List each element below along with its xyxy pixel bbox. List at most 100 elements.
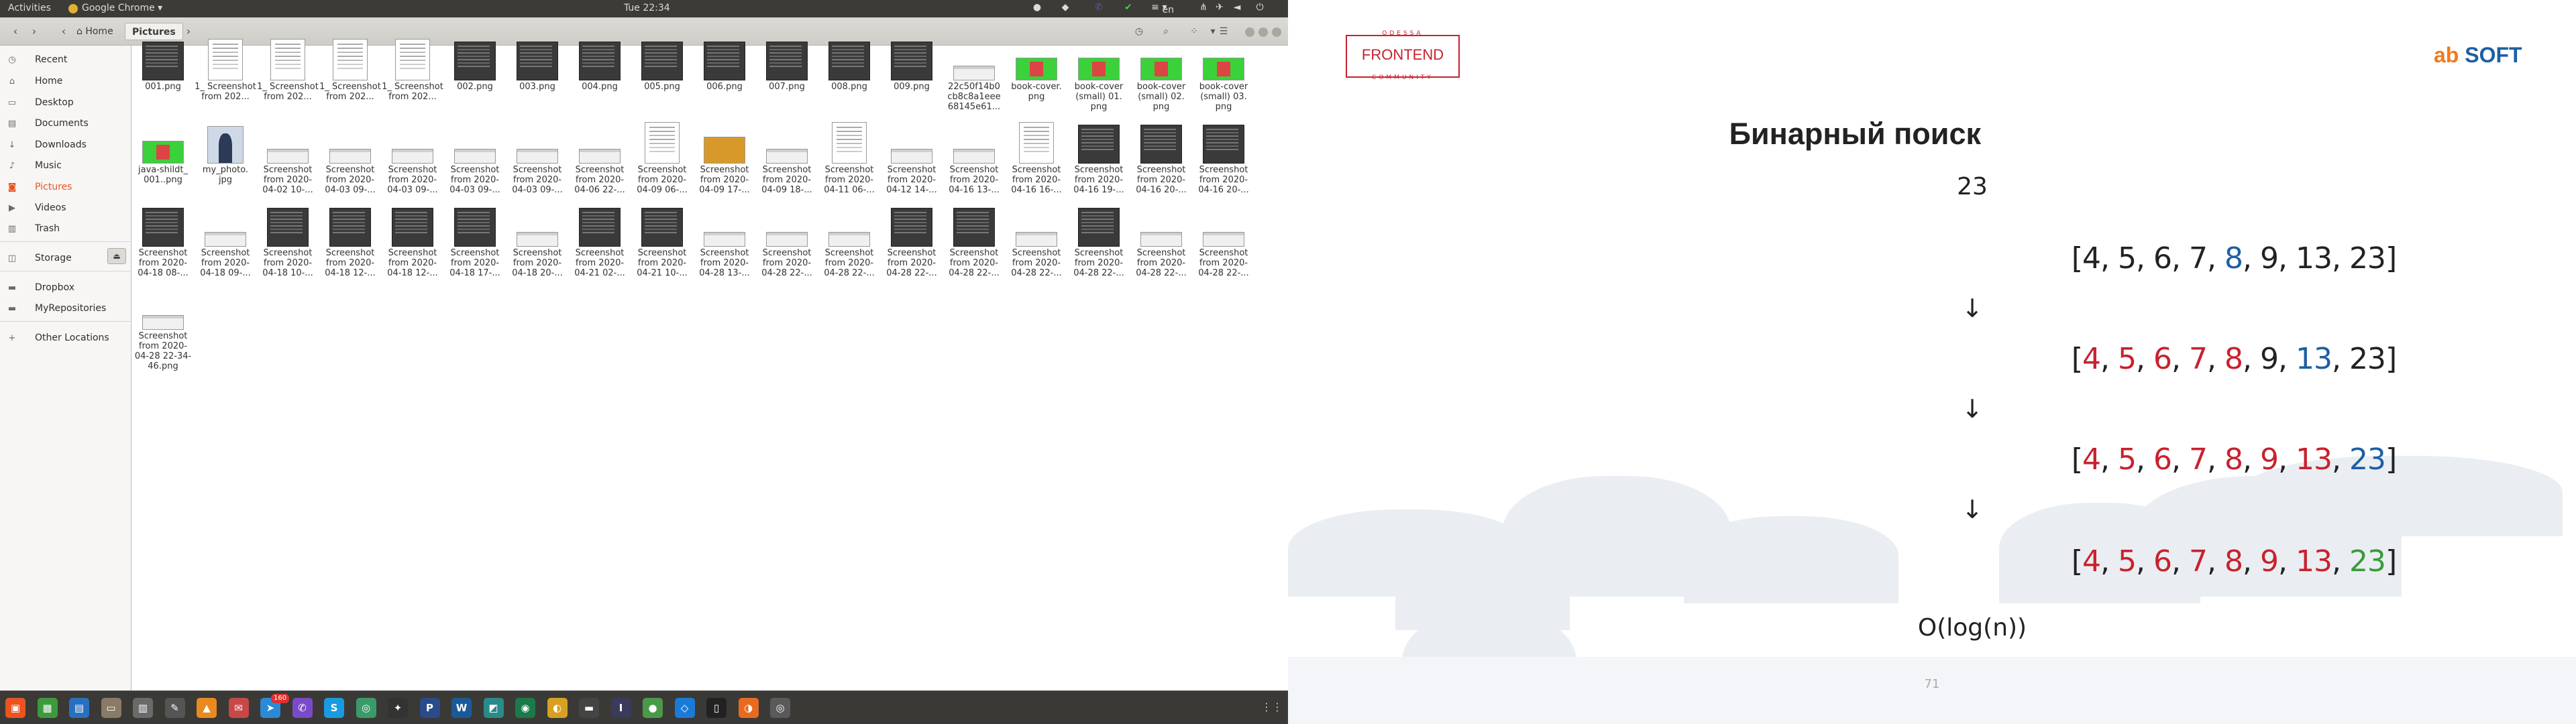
dropbox-tray-icon[interactable]: ◆ xyxy=(1059,2,1072,15)
network-icon[interactable]: ⋔ xyxy=(1197,2,1210,15)
vlc-icon[interactable]: ▲ xyxy=(197,698,217,718)
console-icon[interactable]: ▯ xyxy=(706,698,727,718)
skype-tray-icon[interactable]: ● xyxy=(1030,2,1044,15)
file-item[interactable]: 1_ Screenshot from 202... xyxy=(319,39,381,133)
file-item[interactable]: book-cover (small) 02. png xyxy=(1130,50,1192,133)
airplane-icon[interactable]: ✈ xyxy=(1213,2,1226,15)
clock[interactable]: Tue 22:34 xyxy=(624,3,670,13)
file-item[interactable]: Screenshot from 2020-04-02 10-... xyxy=(257,133,319,216)
file-item[interactable]: Screenshot from 2020-04-18 08-... xyxy=(132,208,194,299)
minimize-button[interactable] xyxy=(1245,27,1254,37)
file-item[interactable]: Screenshot from 2020-04-18 12-... xyxy=(319,208,381,299)
file-item[interactable]: Screenshot from 2020-04-28 22-34-46.png xyxy=(132,299,194,382)
chrome-active-icon[interactable]: ◎ xyxy=(770,698,790,718)
file-item[interactable]: Screenshot from 2020-04-03 09-... xyxy=(506,133,568,216)
file-item[interactable]: book-cover (small) 01. png xyxy=(1068,50,1130,133)
file-item[interactable]: Screenshot from 2020-04-18 09-... xyxy=(195,216,256,299)
android-icon[interactable]: ● xyxy=(643,698,663,718)
file-item[interactable]: Screenshot from 2020-04-28 22-... xyxy=(1068,208,1130,299)
language-indicator[interactable]: en ▾ xyxy=(1155,2,1174,15)
breadcrumb-pictures[interactable]: Pictures xyxy=(125,23,183,40)
file-item[interactable]: Screenshot from 2020-04-11 06-... xyxy=(818,122,880,216)
file-item[interactable]: 22c50f14b0 cb8c8a1eee 68145e61... xyxy=(943,50,1005,133)
menu-icon[interactable]: ☰ xyxy=(1216,23,1232,40)
file-item[interactable]: Screenshot from 2020-04-28 22-... xyxy=(1130,216,1192,299)
file-item[interactable]: Screenshot from 2020-04-09 17-... xyxy=(694,133,755,216)
file-item[interactable]: Screenshot from 2020-04-28 13-... xyxy=(694,216,755,299)
idea-icon[interactable]: ◐ xyxy=(547,698,568,718)
file-item[interactable]: Screenshot from 2020-04-09 06-... xyxy=(631,122,693,216)
file-manager-icon[interactable]: ▭ xyxy=(101,698,121,718)
view-options-icon[interactable]: ⁘ xyxy=(1186,23,1202,40)
terminal-icon[interactable]: ▬ xyxy=(579,698,599,718)
file-item[interactable]: Screenshot from 2020-04-06 22-... xyxy=(569,133,631,216)
file-item[interactable]: Screenshot from 2020-04-03 09-... xyxy=(382,133,443,216)
sidebar-item-myrepositories[interactable]: ▬ MyRepositories xyxy=(0,300,131,318)
file-item[interactable]: 1_ Screenshot from 202... xyxy=(257,39,319,133)
power-icon[interactable]: ⏻ xyxy=(1253,2,1267,15)
file-item[interactable]: Screenshot from 2020-04-28 22-... xyxy=(1193,216,1254,299)
maximize-button[interactable] xyxy=(1258,27,1268,37)
viber-icon[interactable]: ✆ xyxy=(292,698,313,718)
file-item[interactable]: Screenshot from 2020-04-16 20-... xyxy=(1193,125,1254,216)
file-item[interactable]: Screenshot from 2020-04-28 22-... xyxy=(881,208,943,299)
sidebar-item-documents[interactable]: ▤ Documents xyxy=(0,115,131,133)
file-item[interactable]: book-cover. png xyxy=(1006,50,1067,133)
breadcrumb-left-button[interactable]: ‹ xyxy=(56,23,71,40)
file-item[interactable]: 002.png xyxy=(444,42,506,133)
files-orange-icon[interactable]: ▣ xyxy=(5,698,25,718)
image-viewer-icon[interactable]: ◩ xyxy=(483,698,504,718)
intellij-icon[interactable]: I xyxy=(610,698,631,718)
check-tray-icon[interactable]: ✔ xyxy=(1122,2,1135,15)
sidebar-item-dropbox[interactable]: ▬ Dropbox xyxy=(0,279,131,298)
file-item[interactable]: Screenshot from 2020-04-18 17-... xyxy=(444,208,506,299)
file-item[interactable]: Screenshot from 2020-04-28 22-... xyxy=(1006,216,1067,299)
history-icon[interactable]: ◷ xyxy=(1131,23,1147,40)
back-button[interactable]: ‹ xyxy=(8,23,23,40)
file-item[interactable]: Screenshot from 2020-04-21 02-... xyxy=(569,208,631,299)
sidebar-item-pictures[interactable]: ◙ Pictures xyxy=(0,178,131,197)
skype-icon[interactable]: S xyxy=(324,698,344,718)
file-item[interactable]: 007.png xyxy=(756,42,818,133)
sidebar-item-recent[interactable]: ◷ Recent xyxy=(0,51,131,70)
file-item[interactable]: Screenshot from 2020-04-28 22-... xyxy=(756,216,818,299)
activities-button[interactable]: Activities xyxy=(8,3,51,13)
file-item[interactable]: Screenshot from 2020-04-16 13-... xyxy=(943,133,1005,216)
breadcrumb-home[interactable]: ⌂ Home xyxy=(70,23,120,40)
sidebar-item-home[interactable]: ⌂ Home xyxy=(0,72,131,91)
file-item[interactable]: 004.png xyxy=(569,42,631,133)
file-item[interactable]: Screenshot from 2020-04-16 16-... xyxy=(1006,122,1067,216)
file-item[interactable]: my_photo. jpg xyxy=(195,126,256,216)
show-applications-icon[interactable]: ⋮⋮ xyxy=(1261,701,1283,715)
pycharm-icon[interactable]: P xyxy=(419,698,440,718)
file-item[interactable]: Screenshot from 2020-04-21 10-... xyxy=(631,208,693,299)
file-item[interactable]: 003.png xyxy=(506,42,568,133)
inkscape-icon[interactable]: ✦ xyxy=(388,698,408,718)
viber-tray-icon[interactable]: ✆ xyxy=(1092,2,1106,15)
file-item[interactable]: 008.png xyxy=(818,42,880,133)
mail-icon[interactable]: ✉ xyxy=(228,698,249,718)
file-item[interactable]: Screenshot from 2020-04-18 20-... xyxy=(506,216,568,299)
file-item[interactable]: 1_ Screenshot from 202... xyxy=(195,39,256,133)
sidebar-item-desktop[interactable]: ▭ Desktop xyxy=(0,94,131,113)
file-item[interactable]: 009.png xyxy=(881,42,943,133)
file-item[interactable]: Screenshot from 2020-04-03 09-... xyxy=(319,133,381,216)
webstorm-icon[interactable]: W xyxy=(451,698,472,718)
volume-icon[interactable]: ◄ xyxy=(1230,2,1244,15)
file-item[interactable]: 006.png xyxy=(694,42,755,133)
sidebar-item-other-locations[interactable]: + Other Locations xyxy=(0,329,131,348)
breadcrumb-right-button[interactable]: › xyxy=(181,23,196,40)
file-item[interactable]: Screenshot from 2020-04-28 22-... xyxy=(818,216,880,299)
close-button[interactable] xyxy=(1272,27,1281,37)
file-item[interactable]: 1_ Screenshot from 202... xyxy=(382,39,443,133)
sidebar-item-videos[interactable]: ▶ Videos xyxy=(0,199,131,218)
vscode-icon[interactable]: ◇ xyxy=(674,698,695,718)
sidebar-item-music[interactable]: ♪ Music xyxy=(0,157,131,176)
sidebar-item-trash[interactable]: ▥ Trash xyxy=(0,220,131,239)
app-menu[interactable]: Google Chrome ▾ xyxy=(82,3,162,13)
file-item[interactable]: book-cover (small) 03. png xyxy=(1193,50,1254,133)
file-item[interactable]: 001.png xyxy=(132,42,194,133)
file-item[interactable]: java-shildt_ 001..png xyxy=(132,133,194,216)
archive-icon[interactable]: ▥ xyxy=(133,698,153,718)
file-item[interactable]: Screenshot from 2020-04-18 12-... xyxy=(382,208,443,299)
